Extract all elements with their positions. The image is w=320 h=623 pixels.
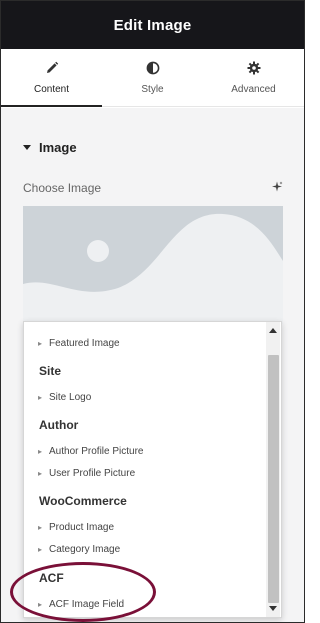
bullet-icon: ▸ bbox=[38, 545, 43, 554]
tab-label: Style bbox=[141, 83, 164, 95]
choose-image-label: Choose Image bbox=[23, 181, 102, 195]
group-heading-site: Site bbox=[39, 364, 62, 378]
tab-label: Advanced bbox=[231, 83, 276, 95]
tab-style[interactable]: Style bbox=[102, 49, 203, 106]
pencil-icon bbox=[46, 61, 58, 73]
tab-label: Content bbox=[33, 83, 70, 95]
list-item-label: Product Image bbox=[49, 522, 115, 533]
section-title: Image bbox=[39, 140, 77, 155]
list-item-label: Author Profile Picture bbox=[49, 446, 144, 457]
contrast-icon bbox=[146, 61, 159, 74]
image-placeholder[interactable] bbox=[23, 206, 283, 324]
caret-down-icon bbox=[23, 145, 31, 150]
bullet-icon: ▸ bbox=[38, 523, 43, 532]
section-toggle-image[interactable]: Image bbox=[23, 140, 77, 155]
group-heading-author: Author bbox=[39, 418, 79, 432]
bullet-icon: ▸ bbox=[38, 339, 43, 348]
dropdown-scrollbar[interactable] bbox=[266, 322, 280, 617]
list-item-label: User Profile Picture bbox=[49, 468, 136, 479]
group-heading-acf: ACF bbox=[39, 571, 64, 585]
tab-advanced[interactable]: Advanced bbox=[203, 49, 304, 106]
scrollbar-thumb[interactable] bbox=[268, 355, 279, 603]
panel-title: Edit Image bbox=[113, 16, 192, 34]
group-heading-woocommerce: WooCommerce bbox=[39, 494, 127, 508]
editor-panel: Edit Image Content Style Advanced Image … bbox=[0, 0, 305, 623]
tab-content[interactable]: Content bbox=[1, 49, 102, 107]
scroll-up-arrow-icon[interactable] bbox=[269, 328, 277, 333]
tab-bar: Content Style Advanced bbox=[1, 49, 304, 107]
list-item-label: Site Logo bbox=[49, 392, 92, 403]
bullet-icon: ▸ bbox=[38, 600, 43, 609]
dynamic-tags-dropdown: ▸ Featured Image Site ▸ Site Logo Author… bbox=[23, 321, 282, 618]
list-item-label: Featured Image bbox=[49, 338, 120, 349]
list-item-label: Category Image bbox=[49, 544, 121, 555]
list-item-label: ACF Image Field bbox=[49, 599, 125, 610]
panel-header: Edit Image bbox=[1, 1, 304, 49]
bullet-icon: ▸ bbox=[38, 447, 43, 456]
scroll-down-arrow-icon[interactable] bbox=[269, 606, 277, 611]
placeholder-image-icon bbox=[23, 206, 283, 324]
bullet-icon: ▸ bbox=[38, 469, 43, 478]
bullet-icon: ▸ bbox=[38, 393, 43, 402]
sparkle-icon[interactable] bbox=[271, 181, 283, 193]
gear-icon bbox=[247, 61, 260, 74]
